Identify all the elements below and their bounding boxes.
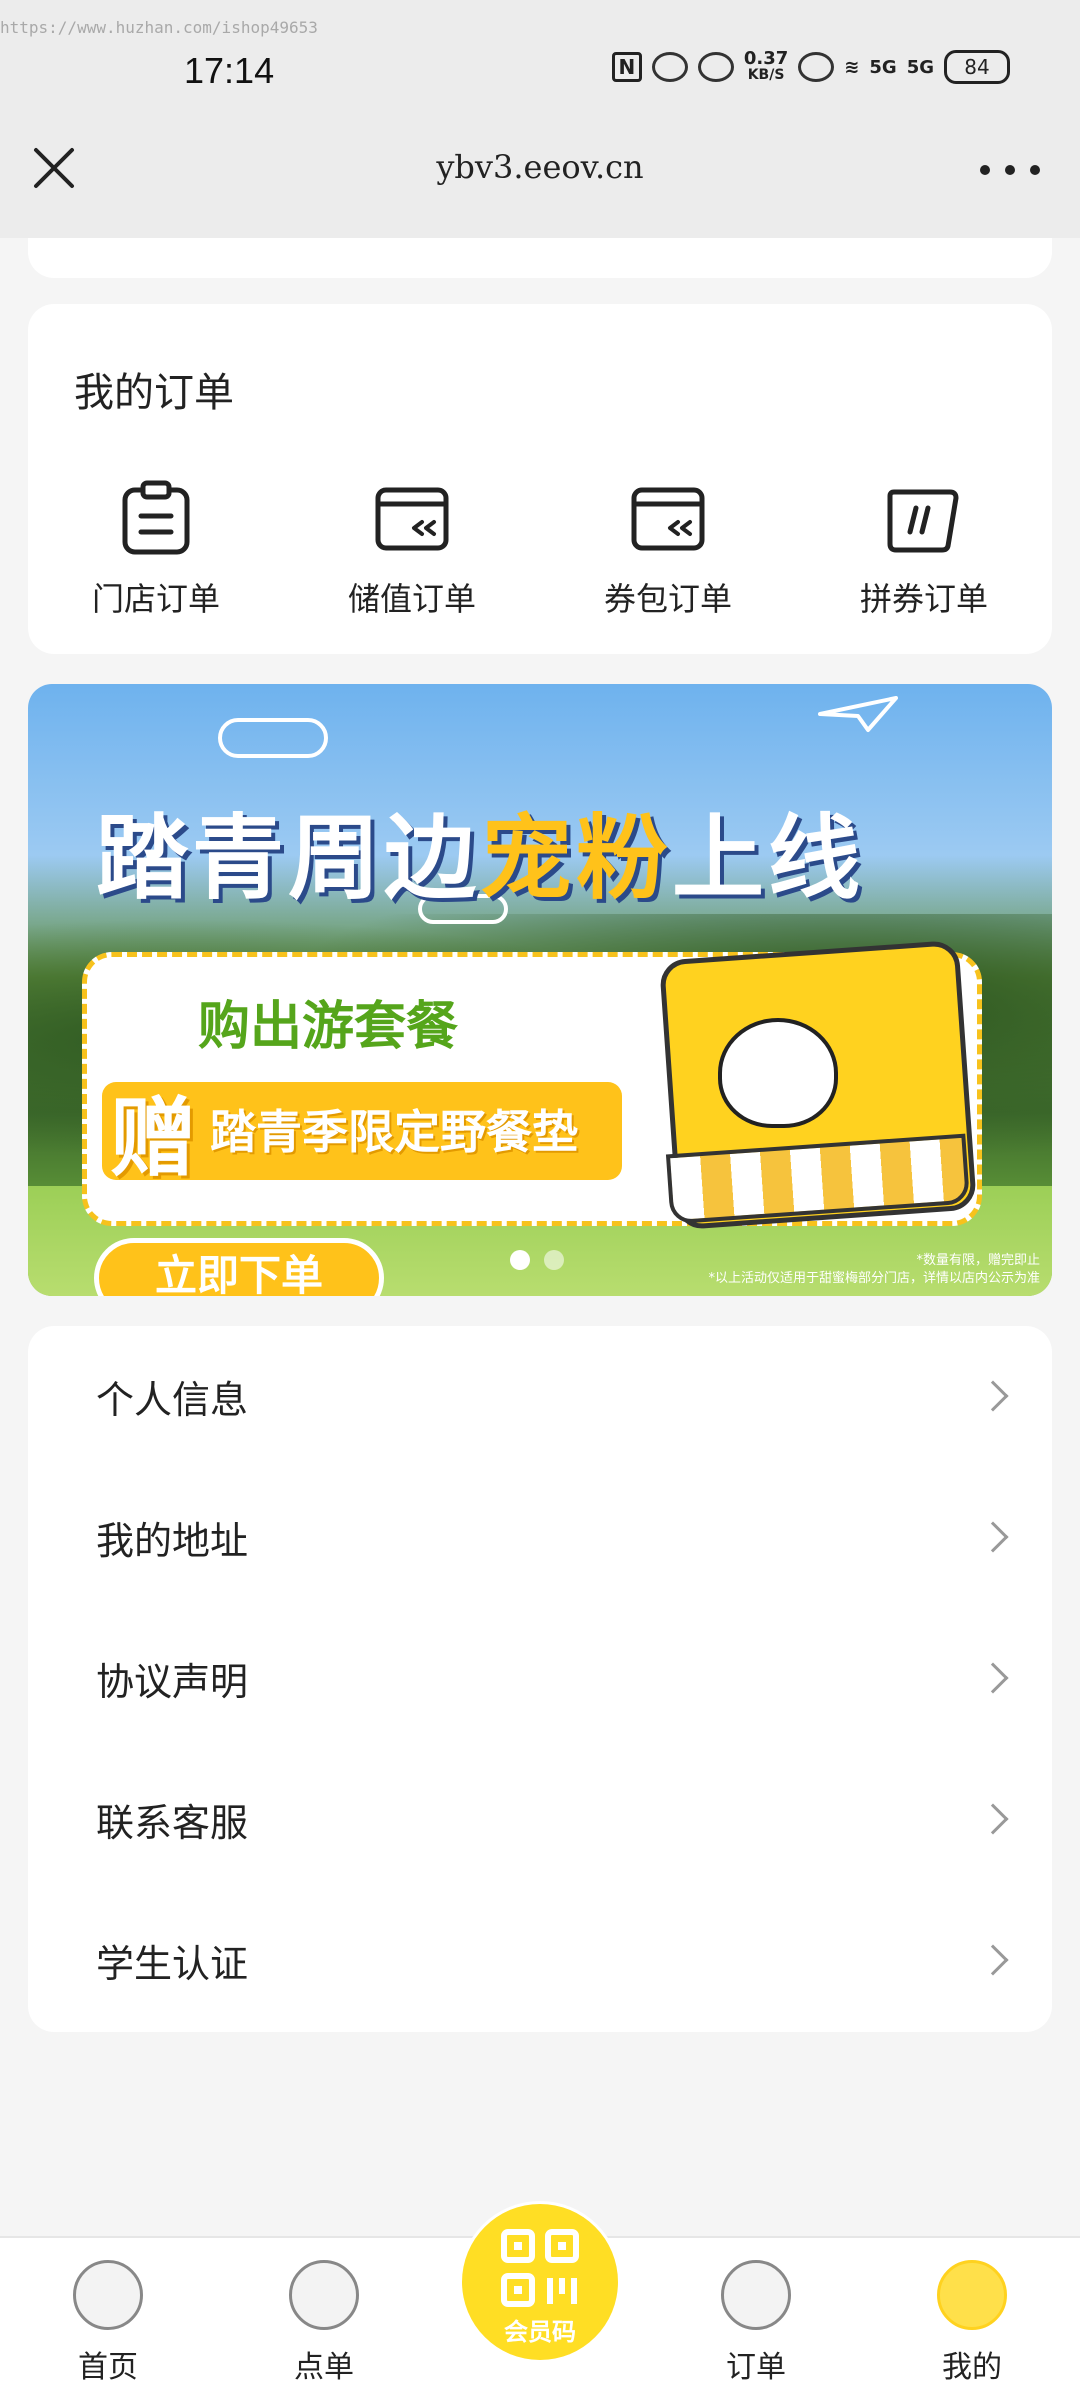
status-time: 17:14	[184, 50, 275, 91]
my-orders-title: 我的订单	[74, 370, 234, 416]
stored-value-orders-label: 储值订单	[347, 580, 476, 618]
nav-label: 首页	[78, 2350, 138, 2385]
card-rewind-icon	[375, 487, 449, 551]
page-url: ybv3.eeov.cn	[436, 148, 644, 186]
banner-headline: 踏青周边宠粉上线	[96, 784, 864, 917]
menu-item-label: 我的地址	[96, 1518, 249, 1563]
nav-label: 我的	[942, 2350, 1002, 2385]
nfc-icon: N	[611, 52, 642, 82]
fine-print-1: *数量有限，赠完即止	[916, 1253, 1040, 1268]
my-orders-card: 我的订单 门店订单 储值订单 券包订单 拼券订单	[28, 304, 1052, 654]
chevron-right-icon	[977, 1803, 1009, 1835]
carousel-dot-active[interactable]	[510, 1250, 530, 1270]
net-speed: 0.37 KB/S	[743, 48, 789, 84]
paper-plane-icon	[818, 694, 898, 738]
order-types: 门店订单 储值订单 券包订单 拼券订单	[28, 480, 1052, 640]
hd-icon	[798, 52, 835, 82]
headline-part1: 踏青周边	[96, 805, 481, 912]
carousel-dots	[510, 1250, 564, 1270]
signal-5g-1: 5G	[869, 56, 897, 78]
watermark-text: https://www.huzhan.com/ishop49653	[0, 18, 318, 37]
nav-home[interactable]: 首页	[38, 2260, 178, 2386]
net-speed-value: 0.37	[743, 48, 789, 69]
chevron-right-icon	[977, 1944, 1009, 1976]
order-food-icon	[289, 2260, 359, 2330]
cloud-icon	[218, 718, 328, 758]
notification-icon	[651, 52, 688, 82]
chevron-right-icon	[977, 1380, 1009, 1412]
member-code-label: 会员码	[504, 2318, 576, 2346]
battery-icon: 84	[944, 50, 1010, 84]
store-orders-label: 门店订单	[91, 580, 220, 618]
wifi-icon: ≋	[844, 56, 860, 78]
mascot-illustration	[718, 1018, 838, 1128]
fine-print-2: *以上活动仅适用于甜蜜梅部分门店，详情以店内公示为准	[708, 1271, 1040, 1286]
headline-highlight: 宠粉	[480, 805, 673, 912]
member-code-button[interactable]: 会员码	[462, 2204, 618, 2360]
order-now-button[interactable]: 立即下单	[94, 1238, 384, 1296]
nav-profile[interactable]: 我的	[902, 2260, 1042, 2386]
menu-item-label: 协议声明	[96, 1659, 249, 1704]
browser-header: https://www.huzhan.com/ishop49653 17:14 …	[0, 0, 1080, 238]
previous-card-edge	[28, 238, 1052, 278]
menu-item-customer-service[interactable]: 联系客服	[28, 1749, 1052, 1889]
banner-fine-print: *数量有限，赠完即止 *以上活动仅适用于甜蜜梅部分门店，详情以店内公示为准	[708, 1252, 1040, 1288]
stored-value-orders-button[interactable]: 储值订单	[284, 480, 540, 640]
orders-icon	[721, 2260, 791, 2330]
ticket-icon	[887, 489, 959, 553]
nav-label: 订单	[726, 2350, 786, 2385]
nav-order-food[interactable]: 点单	[254, 2260, 394, 2386]
chevron-right-icon	[977, 1662, 1009, 1694]
signal-5g-2: 5G	[906, 56, 934, 78]
group-coupon-orders-label: 拼券订单	[859, 580, 988, 618]
home-icon	[73, 2260, 143, 2330]
notification-icon	[697, 52, 734, 82]
settings-menu: 个人信息 我的地址 协议声明 联系客服 学生认证	[28, 1326, 1052, 2032]
menu-item-student-verification[interactable]: 学生认证	[28, 1890, 1052, 2030]
chevron-right-icon	[977, 1521, 1009, 1553]
menu-item-label: 学生认证	[96, 1941, 249, 1986]
nav-orders[interactable]: 订单	[686, 2260, 826, 2386]
store-orders-button[interactable]: 门店订单	[28, 480, 284, 640]
coupon-pack-orders-button[interactable]: 券包订单	[540, 480, 796, 640]
menu-item-label: 联系客服	[96, 1800, 249, 1845]
menu-item-agreements[interactable]: 协议声明	[28, 1608, 1052, 1748]
status-icons: N 0.37 KB/S ≋ 5G 5G 84	[611, 48, 1010, 84]
promo-banner[interactable]: 踏青周边宠粉上线 购出游套餐 赠 踏青季限定野餐垫 立即下单 *数量有限，赠完即…	[28, 684, 1052, 1296]
menu-item-label: 个人信息	[96, 1377, 249, 1422]
headline-part2: 上线	[672, 805, 865, 912]
card-rewind-icon	[631, 487, 705, 551]
group-coupon-orders-button[interactable]: 拼券订单	[796, 480, 1052, 640]
gift-text: 踏青季限定野餐垫	[210, 1105, 578, 1159]
qr-code-icon	[501, 2229, 579, 2307]
clipboard-icon	[122, 480, 190, 555]
menu-item-personal-info[interactable]: 个人信息	[28, 1326, 1052, 1466]
coupon-pack-orders-label: 券包订单	[603, 580, 732, 618]
promo-subtitle: 购出游套餐	[198, 997, 459, 1057]
menu-item-my-address[interactable]: 我的地址	[28, 1467, 1052, 1607]
net-speed-unit: KB/S	[747, 67, 785, 83]
gift-char: 赠	[110, 1089, 196, 1189]
carousel-dot[interactable]	[544, 1250, 564, 1270]
profile-icon	[937, 2260, 1007, 2330]
nav-label: 点单	[294, 2350, 354, 2385]
more-options-icon[interactable]	[980, 152, 1040, 188]
